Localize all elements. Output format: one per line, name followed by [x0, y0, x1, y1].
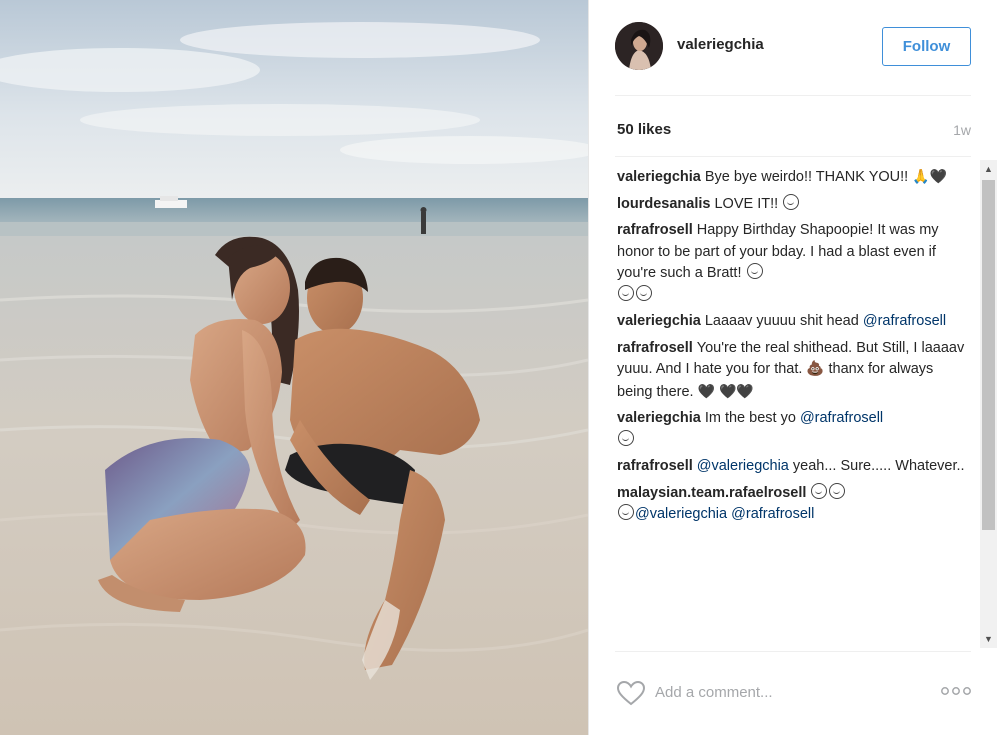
post-header: valeriegchia Follow	[589, 0, 1000, 96]
smile-emoji-icon	[811, 482, 828, 499]
divider	[615, 156, 971, 157]
comment-emoji: 🖤 🖤🖤	[697, 382, 754, 399]
comment: rafrafrosell @valeriegchia yeah... Sure..…	[617, 456, 967, 478]
comment-author[interactable]: valeriegchia	[617, 313, 701, 329]
comment: lourdesanalis LOVE IT!!	[617, 193, 967, 216]
comment: valeriegchia Im the best yo @rafrafrosell	[617, 408, 967, 451]
heart-outline-icon[interactable]	[616, 680, 646, 706]
comment-text: Bye bye weirdo!! THANK YOU!!	[704, 169, 909, 185]
divider	[615, 95, 971, 96]
post-photo[interactable]	[0, 0, 588, 735]
comment-input[interactable]	[655, 678, 925, 706]
comment-text: yeah... Sure..... Whatever..	[792, 458, 965, 474]
smile-emoji-icon	[618, 504, 634, 520]
comments-scrollbar[interactable]: ▲ ▼	[980, 160, 997, 648]
comment-author[interactable]: rafrafrosell	[617, 340, 693, 356]
comment-author[interactable]: valeriegchia	[617, 169, 701, 185]
comment-mention[interactable]: @rafrafrosell	[800, 410, 883, 426]
comment: malaysian.team.rafaelrosell @valeriegchia…	[617, 482, 967, 526]
grin-emoji-icon	[618, 429, 634, 446]
comment: rafrafrosell You're the real shithead. Bu…	[617, 338, 967, 404]
laughing-emoji-icon	[636, 284, 652, 301]
comment-text: LOVE IT!!	[714, 195, 779, 212]
comment: rafrafrosell Happy Birthday Shapoopie! It…	[617, 220, 967, 306]
laughing-emoji-icon	[618, 284, 634, 301]
comment-author[interactable]: rafrafrosell	[617, 222, 693, 238]
comment-emoji: 🙏🖤	[912, 168, 948, 184]
scroll-up-arrow-icon[interactable]: ▲	[980, 162, 997, 176]
comment-text: Im the best yo	[704, 410, 796, 426]
comment-mention[interactable]: @valeriegchia	[635, 506, 727, 522]
smile-emoji-icon	[783, 193, 800, 210]
likes-count[interactable]: 50 likes	[617, 121, 671, 138]
comment-author[interactable]: rafrafrosell	[617, 458, 693, 474]
avatar[interactable]	[615, 22, 663, 70]
comment-author[interactable]: valeriegchia	[617, 410, 701, 426]
comment-text: Laaaav yuuuu shit head	[704, 313, 859, 329]
comment-mention[interactable]: @rafrafrosell	[731, 506, 814, 522]
scroll-down-arrow-icon[interactable]: ▼	[980, 632, 997, 646]
comment-mention[interactable]: @rafrafrosell	[863, 313, 946, 329]
post-sidebar: valeriegchia Follow 50 likes 1w valerieg…	[588, 0, 1000, 735]
comments-list[interactable]: valeriegchia Bye bye weirdo!! THANK YOU!!…	[617, 166, 967, 648]
follow-button[interactable]: Follow	[882, 27, 971, 66]
comment-footer	[589, 652, 1000, 735]
likes-row: 50 likes 1w	[615, 121, 971, 141]
username-link[interactable]: valeriegchia	[677, 36, 764, 53]
ellipsis-icon[interactable]	[939, 684, 973, 698]
comment: valeriegchia Laaaav yuuuu shit head @rafr…	[617, 311, 967, 333]
laughing-emoji-icon	[746, 263, 763, 279]
post-age[interactable]: 1w	[953, 122, 971, 138]
beach-photo-illustration	[0, 0, 588, 735]
comment-author[interactable]: malaysian.team.rafaelrosell	[617, 485, 806, 501]
comment-author[interactable]: lourdesanalis	[617, 196, 710, 212]
scrollbar-thumb[interactable]	[982, 180, 995, 530]
comment-mention[interactable]: @valeriegchia	[697, 458, 789, 474]
smile-emoji-icon	[829, 482, 846, 499]
comment: valeriegchia Bye bye weirdo!! THANK YOU!!…	[617, 166, 967, 189]
